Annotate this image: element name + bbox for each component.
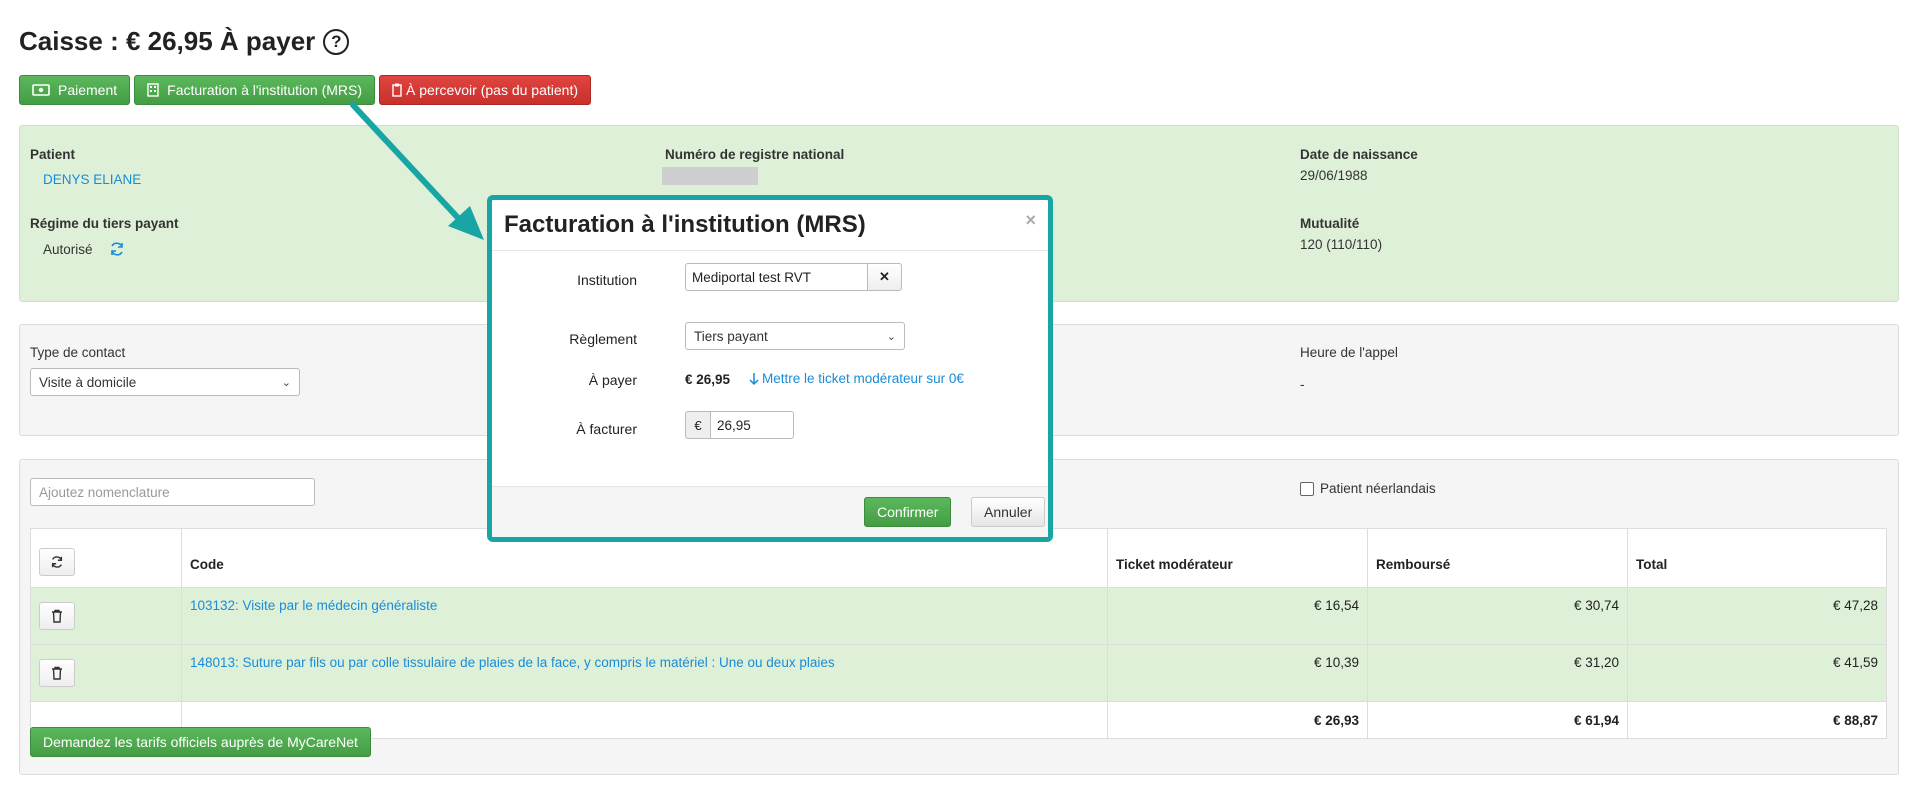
trash-icon [52,666,62,680]
type-contact-label: Type de contact [30,345,126,360]
page-title-text: Caisse : € 26,95 À payer [19,26,316,56]
dob-value: 29/06/1988 [1300,168,1368,183]
heure-appel-value: - [1300,377,1305,392]
trash-icon [52,609,62,623]
regime-value: Autorisé [43,241,93,257]
facturation-label: Facturation à l'institution (MRS) [167,82,363,98]
paiement-label: Paiement [58,82,118,98]
nrn-redacted-value [662,167,758,185]
row-total: € 47,28 [1627,587,1887,645]
confirm-label: Confirmer [877,504,939,520]
cash-icon [32,84,50,96]
total-ticket: € 26,93 [1107,701,1368,739]
facturation-institution-button[interactable]: Facturation à l'institution (MRS) [134,75,376,105]
row-code-link[interactable]: 148013: Suture par fils ou par colle tis… [181,644,1108,702]
modal-header: Facturation à l'institution (MRS) × [492,200,1048,251]
nomenclature-search-input[interactable]: Ajoutez nomenclature [30,478,315,506]
afacturer-input[interactable]: 26,95 [711,411,794,439]
row-ticket: € 16,54 [1107,587,1368,645]
cancel-label: Annuler [984,504,1033,520]
ticket-zero-label: Mettre le ticket modérateur sur 0€ [762,371,964,386]
modal-footer: Confirmer Annuler [492,486,1048,537]
table-row: 148013: Suture par fils ou par colle tis… [30,644,1887,702]
regime-label: Régime du tiers payant [30,216,179,231]
help-icon[interactable]: ? [323,28,350,55]
dob-label: Date de naissance [1300,147,1418,162]
heure-appel-label: Heure de l'appel [1300,345,1398,360]
table-row: 103132: Visite par le médecin généralist… [30,587,1887,645]
total-total: € 88,87 [1627,701,1887,739]
patient-label: Patient [30,147,76,162]
delete-row-button[interactable] [39,602,75,630]
action-buttons: Paiement Facturation à l'institution (MR… [19,75,591,105]
percevoir-label: À percevoir (pas du patient) [406,82,578,98]
row-rembourse: € 31,20 [1367,644,1628,702]
mutualite-value: 120 (110/110) [1300,237,1383,252]
type-contact-select[interactable]: Visite à domicile ⌄ [30,368,300,396]
mutualite-label: Mutualité [1300,216,1360,231]
ticket-column-header: Ticket modérateur [1107,528,1368,588]
modal-title: Facturation à l'institution (MRS) [504,211,866,238]
apayer-value: € 26,95 [685,372,731,387]
afacturer-label: À facturer [576,421,637,437]
refresh-icon [51,556,63,568]
close-icon[interactable]: × [1025,210,1036,231]
institution-field-group: Mediportal test RVT ✕ [685,263,902,291]
row-rembourse: € 30,74 [1367,587,1628,645]
clear-institution-button[interactable]: ✕ [868,263,902,291]
confirm-button[interactable]: Confirmer [864,497,952,527]
refresh-table-button[interactable] [39,548,75,576]
dutch-patient-row: Patient néerlandais [1300,481,1436,496]
afacturer-field-group: € 26,95 [685,411,794,439]
row-ticket: € 10,39 [1107,644,1368,702]
percevoir-button[interactable]: À percevoir (pas du patient) [379,75,591,105]
chevron-down-icon: ⌄ [281,376,291,389]
row-total: € 41,59 [1627,644,1887,702]
row-actions [30,587,182,645]
mycarenet-button[interactable]: Demandez les tarifs officiels auprès de … [30,727,371,757]
nomenclature-table: Code Ticket modérateur Remboursé Total 1… [30,528,1887,739]
building-icon [147,83,159,97]
cancel-button[interactable]: Annuler [971,497,1046,527]
paiement-button[interactable]: Paiement [19,75,131,105]
mycarenet-label: Demandez les tarifs officiels auprès de … [43,734,358,750]
patient-name-link[interactable]: DENYS ELIANE [43,172,141,187]
total-rembourse: € 61,94 [1367,701,1628,739]
page-title: Caisse : € 26,95 À payer ? [19,26,350,57]
reglement-select[interactable]: Tiers payant ⌄ [685,322,905,350]
facturation-modal: Facturation à l'institution (MRS) × Inst… [487,195,1053,542]
row-code-link[interactable]: 103132: Visite par le médecin généralist… [181,587,1108,645]
institution-label: Institution [577,272,637,288]
ticket-zero-link[interactable]: Mettre le ticket modérateur sur 0€ [749,371,964,386]
total-column-header: Total [1627,528,1887,588]
reglement-label: Règlement [569,331,637,347]
dutch-patient-checkbox[interactable] [1300,481,1314,496]
type-contact-value: Visite à domicile [39,374,137,390]
apayer-label: À payer [588,372,637,388]
reglement-value: Tiers payant [694,328,768,344]
currency-addon: € [685,411,711,439]
rembourse-column-header: Remboursé [1367,528,1628,588]
arrow-down-icon [749,372,759,385]
delete-row-button[interactable] [39,659,75,687]
chevron-down-icon: ⌄ [886,330,896,343]
dutch-patient-label: Patient néerlandais [1320,481,1436,496]
refresh-icon[interactable] [109,241,125,257]
row-actions [30,644,182,702]
nrn-label: Numéro de registre national [665,147,845,162]
institution-input[interactable]: Mediportal test RVT [685,263,868,291]
refresh-column-header [30,528,182,588]
clipboard-icon [392,83,402,97]
regime-row: Autorisé [43,241,125,257]
